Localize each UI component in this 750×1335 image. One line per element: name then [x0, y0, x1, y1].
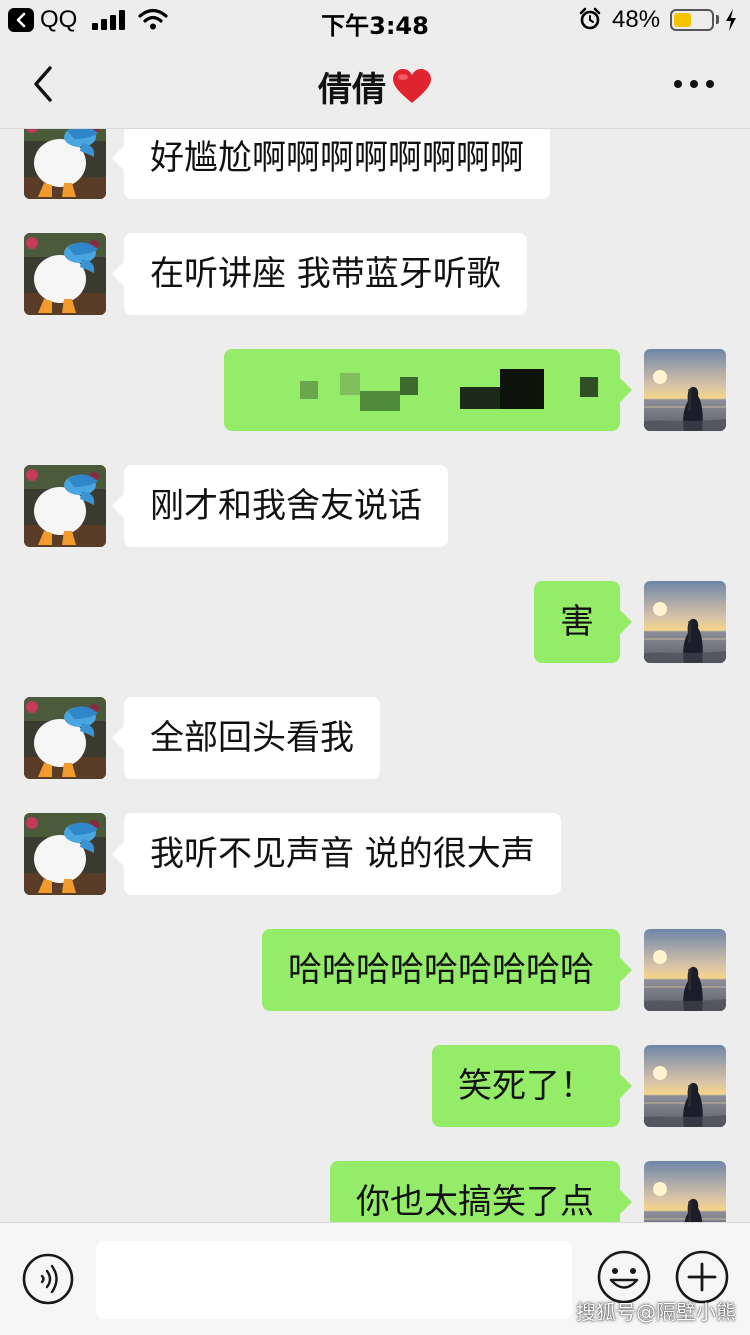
message-bubble[interactable]: 哈哈哈哈哈哈哈哈哈 [262, 929, 632, 1011]
watermark: 搜狐号@隔壁小熊 [576, 1300, 736, 1324]
chat-title: 倩倩 [0, 62, 750, 111]
contact-avatar[interactable] [24, 697, 106, 779]
my-avatar[interactable] [644, 1161, 726, 1222]
my-avatar[interactable] [644, 349, 726, 431]
message-bubble[interactable]: 刚才和我舍友说话 [112, 465, 448, 547]
contact-avatar[interactable] [24, 233, 106, 315]
message-text: 我听不见声音 说的很大声 [150, 834, 535, 874]
mosaic-block [460, 387, 502, 409]
contact-avatar[interactable] [24, 129, 106, 199]
battery-fill [674, 13, 692, 27]
my-avatar[interactable] [644, 1045, 726, 1127]
voice-icon[interactable] [22, 1253, 74, 1305]
message-text: 刚才和我舍友说话 [150, 486, 422, 526]
mosaic-block [580, 377, 598, 397]
contact-avatar[interactable] [24, 813, 106, 895]
message-text: 好尴尬啊啊啊啊啊啊啊啊 [150, 138, 524, 178]
message-text: 在听讲座 我带蓝牙听歌 [150, 254, 501, 294]
mosaic-block [500, 369, 544, 409]
message-text: 哈哈哈哈哈哈哈哈哈 [288, 950, 594, 990]
input-bar: 搜狐号@隔壁小熊 [0, 1222, 750, 1335]
message-text: 你也太搞笑了点 [356, 1182, 594, 1222]
message-text: 笑死了！ [458, 1066, 594, 1106]
my-avatar[interactable] [644, 581, 726, 663]
more-icon[interactable] [672, 76, 716, 92]
message-bubble[interactable]: 全部回头看我 [112, 697, 380, 779]
message-bubble[interactable]: 害 [534, 581, 632, 663]
battery-percent: 48% [612, 6, 661, 33]
status-bar: QQ 下午3:48 48% [0, 0, 750, 40]
contact-avatar[interactable] [24, 465, 106, 547]
alarm-icon [579, 7, 601, 30]
message-text: 全部回头看我 [150, 718, 354, 758]
mosaic-block [300, 381, 318, 399]
message-bubble[interactable]: 在听讲座 我带蓝牙听歌 [112, 233, 527, 315]
message-bubble[interactable]: 好尴尬啊啊啊啊啊啊啊啊 [112, 129, 550, 199]
charging-icon [726, 9, 736, 31]
battery-icon [670, 9, 714, 31]
message-bubble[interactable]: 你也太搞笑了点 [330, 1161, 632, 1222]
battery-tip [716, 15, 719, 24]
message-list[interactable]: 好尴尬啊啊啊啊啊啊啊啊 在听讲座 我带蓝牙听歌 刚才和我舍友说话 害 全部回头看… [0, 129, 750, 1222]
censored-message-bubble[interactable] [224, 349, 632, 431]
message-bubble[interactable]: 我听不见声音 说的很大声 [112, 813, 561, 895]
mosaic-block [360, 391, 400, 411]
message-text: 害 [560, 602, 594, 642]
message-bubble[interactable]: 笑死了！ [432, 1045, 632, 1127]
my-avatar[interactable] [644, 929, 726, 1011]
message-input[interactable] [96, 1241, 572, 1319]
mosaic-block [400, 377, 418, 395]
heart-icon [393, 69, 431, 103]
contact-name: 倩倩 [318, 70, 386, 110]
chat-header: 倩倩 [0, 40, 750, 129]
mosaic-block [340, 373, 360, 395]
